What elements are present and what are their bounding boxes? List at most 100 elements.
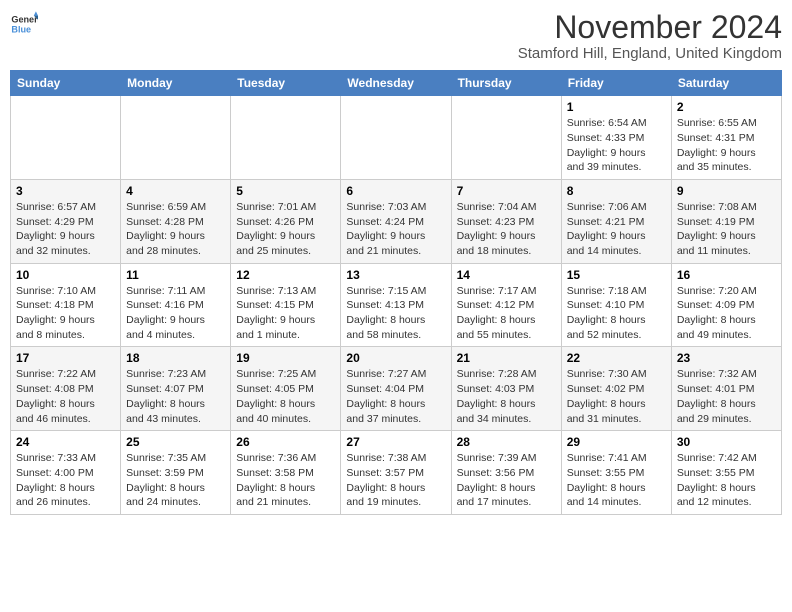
calendar-table: SundayMondayTuesdayWednesdayThursdayFrid… — [10, 70, 782, 515]
day-number: 13 — [346, 268, 445, 282]
day-info: Sunrise: 6:54 AM Sunset: 4:33 PM Dayligh… — [567, 116, 666, 175]
calendar-cell: 6 Sunrise: 7:03 AM Sunset: 4:24 PM Daylig… — [341, 179, 451, 263]
day-number: 29 — [567, 435, 666, 449]
day-number: 16 — [677, 268, 776, 282]
calendar-cell: 27 Sunrise: 7:38 AM Sunset: 3:57 PM Dayli… — [341, 431, 451, 515]
day-info: Sunrise: 7:01 AM Sunset: 4:26 PM Dayligh… — [236, 200, 335, 259]
day-number: 4 — [126, 184, 225, 198]
weekday-header: Tuesday — [231, 71, 341, 96]
weekday-header: Sunday — [11, 71, 121, 96]
day-number: 22 — [567, 351, 666, 365]
calendar-cell: 30Sunrise: 7:42 AM Sunset: 3:55 PM Dayli… — [671, 431, 781, 515]
day-info: Sunrise: 7:20 AM Sunset: 4:09 PM Dayligh… — [677, 284, 776, 343]
calendar-cell: 5 Sunrise: 7:01 AM Sunset: 4:26 PM Daylig… — [231, 179, 341, 263]
day-number: 18 — [126, 351, 225, 365]
svg-text:Blue: Blue — [11, 24, 31, 34]
calendar-cell: 23 Sunrise: 7:32 AM Sunset: 4:01 PM Dayli… — [671, 347, 781, 431]
day-number: 10 — [16, 268, 115, 282]
calendar-cell: 26 Sunrise: 7:36 AM Sunset: 3:58 PM Dayli… — [231, 431, 341, 515]
calendar-cell — [231, 96, 341, 180]
day-info: Sunrise: 7:18 AM Sunset: 4:10 PM Dayligh… — [567, 284, 666, 343]
calendar-body: 1Sunrise: 6:54 AM Sunset: 4:33 PM Daylig… — [11, 96, 782, 515]
header: General Blue November 2024 Stamford Hill… — [10, 10, 782, 62]
day-info: Sunrise: 7:38 AM Sunset: 3:57 PM Dayligh… — [346, 451, 445, 510]
day-number: 2 — [677, 100, 776, 114]
day-info: Sunrise: 7:04 AM Sunset: 4:23 PM Dayligh… — [457, 200, 556, 259]
calendar-header: SundayMondayTuesdayWednesdayThursdayFrid… — [11, 71, 782, 96]
calendar-cell: 4 Sunrise: 6:59 AM Sunset: 4:28 PM Daylig… — [121, 179, 231, 263]
calendar-cell: 16 Sunrise: 7:20 AM Sunset: 4:09 PM Dayli… — [671, 263, 781, 347]
day-info: Sunrise: 7:22 AM Sunset: 4:08 PM Dayligh… — [16, 367, 115, 426]
day-number: 5 — [236, 184, 335, 198]
calendar-cell: 7 Sunrise: 7:04 AM Sunset: 4:23 PM Daylig… — [451, 179, 561, 263]
day-number: 17 — [16, 351, 115, 365]
day-info: Sunrise: 7:32 AM Sunset: 4:01 PM Dayligh… — [677, 367, 776, 426]
day-number: 14 — [457, 268, 556, 282]
day-number: 21 — [457, 351, 556, 365]
day-number: 11 — [126, 268, 225, 282]
day-number: 7 — [457, 184, 556, 198]
day-number: 6 — [346, 184, 445, 198]
day-number: 9 — [677, 184, 776, 198]
calendar-cell: 9 Sunrise: 7:08 AM Sunset: 4:19 PM Daylig… — [671, 179, 781, 263]
day-number: 30 — [677, 435, 776, 449]
weekday-header: Friday — [561, 71, 671, 96]
day-info: Sunrise: 7:41 AM Sunset: 3:55 PM Dayligh… — [567, 451, 666, 510]
day-info: Sunrise: 7:35 AM Sunset: 3:59 PM Dayligh… — [126, 451, 225, 510]
day-info: Sunrise: 7:10 AM Sunset: 4:18 PM Dayligh… — [16, 284, 115, 343]
day-number: 19 — [236, 351, 335, 365]
day-info: Sunrise: 6:59 AM Sunset: 4:28 PM Dayligh… — [126, 200, 225, 259]
logo-icon: General Blue — [10, 10, 38, 38]
day-info: Sunrise: 7:15 AM Sunset: 4:13 PM Dayligh… — [346, 284, 445, 343]
calendar-cell: 29 Sunrise: 7:41 AM Sunset: 3:55 PM Dayli… — [561, 431, 671, 515]
calendar-cell: 18Sunrise: 7:23 AM Sunset: 4:07 PM Dayli… — [121, 347, 231, 431]
title-area: November 2024 Stamford Hill, England, Un… — [518, 10, 782, 62]
calendar-cell: 21 Sunrise: 7:28 AM Sunset: 4:03 PM Dayli… — [451, 347, 561, 431]
calendar-cell — [341, 96, 451, 180]
day-info: Sunrise: 7:06 AM Sunset: 4:21 PM Dayligh… — [567, 200, 666, 259]
calendar-cell: 19 Sunrise: 7:25 AM Sunset: 4:05 PM Dayli… — [231, 347, 341, 431]
calendar-cell: 10 Sunrise: 7:10 AM Sunset: 4:18 PM Dayli… — [11, 263, 121, 347]
day-number: 12 — [236, 268, 335, 282]
calendar-cell — [121, 96, 231, 180]
calendar-cell: 22 Sunrise: 7:30 AM Sunset: 4:02 PM Dayli… — [561, 347, 671, 431]
calendar-cell: 24 Sunrise: 7:33 AM Sunset: 4:00 PM Dayli… — [11, 431, 121, 515]
weekday-header: Wednesday — [341, 71, 451, 96]
day-number: 8 — [567, 184, 666, 198]
day-number: 20 — [346, 351, 445, 365]
day-info: Sunrise: 7:03 AM Sunset: 4:24 PM Dayligh… — [346, 200, 445, 259]
day-number: 27 — [346, 435, 445, 449]
calendar-cell: 28 Sunrise: 7:39 AM Sunset: 3:56 PM Dayli… — [451, 431, 561, 515]
day-info: Sunrise: 7:33 AM Sunset: 4:00 PM Dayligh… — [16, 451, 115, 510]
day-info: Sunrise: 7:27 AM Sunset: 4:04 PM Dayligh… — [346, 367, 445, 426]
day-info: Sunrise: 7:25 AM Sunset: 4:05 PM Dayligh… — [236, 367, 335, 426]
calendar-cell: 20 Sunrise: 7:27 AM Sunset: 4:04 PM Dayli… — [341, 347, 451, 431]
calendar-cell: 1Sunrise: 6:54 AM Sunset: 4:33 PM Daylig… — [561, 96, 671, 180]
calendar-cell: 11 Sunrise: 7:11 AM Sunset: 4:16 PM Dayli… — [121, 263, 231, 347]
calendar-cell: 25Sunrise: 7:35 AM Sunset: 3:59 PM Dayli… — [121, 431, 231, 515]
calendar-cell — [451, 96, 561, 180]
day-info: Sunrise: 7:17 AM Sunset: 4:12 PM Dayligh… — [457, 284, 556, 343]
day-info: Sunrise: 6:57 AM Sunset: 4:29 PM Dayligh… — [16, 200, 115, 259]
day-number: 15 — [567, 268, 666, 282]
day-info: Sunrise: 7:08 AM Sunset: 4:19 PM Dayligh… — [677, 200, 776, 259]
calendar-cell: 8 Sunrise: 7:06 AM Sunset: 4:21 PM Daylig… — [561, 179, 671, 263]
day-info: Sunrise: 7:36 AM Sunset: 3:58 PM Dayligh… — [236, 451, 335, 510]
day-info: Sunrise: 7:30 AM Sunset: 4:02 PM Dayligh… — [567, 367, 666, 426]
day-info: Sunrise: 7:11 AM Sunset: 4:16 PM Dayligh… — [126, 284, 225, 343]
day-info: Sunrise: 6:55 AM Sunset: 4:31 PM Dayligh… — [677, 116, 776, 175]
day-info: Sunrise: 7:39 AM Sunset: 3:56 PM Dayligh… — [457, 451, 556, 510]
calendar-cell: 2 Sunrise: 6:55 AM Sunset: 4:31 PM Daylig… — [671, 96, 781, 180]
main-title: November 2024 — [518, 10, 782, 45]
day-number: 26 — [236, 435, 335, 449]
calendar-cell: 3Sunrise: 6:57 AM Sunset: 4:29 PM Daylig… — [11, 179, 121, 263]
calendar-cell: 12 Sunrise: 7:13 AM Sunset: 4:15 PM Dayli… — [231, 263, 341, 347]
calendar-cell: 17 Sunrise: 7:22 AM Sunset: 4:08 PM Dayli… — [11, 347, 121, 431]
day-number: 23 — [677, 351, 776, 365]
day-info: Sunrise: 7:28 AM Sunset: 4:03 PM Dayligh… — [457, 367, 556, 426]
weekday-header: Saturday — [671, 71, 781, 96]
day-info: Sunrise: 7:13 AM Sunset: 4:15 PM Dayligh… — [236, 284, 335, 343]
day-number: 28 — [457, 435, 556, 449]
calendar-cell — [11, 96, 121, 180]
day-number: 24 — [16, 435, 115, 449]
